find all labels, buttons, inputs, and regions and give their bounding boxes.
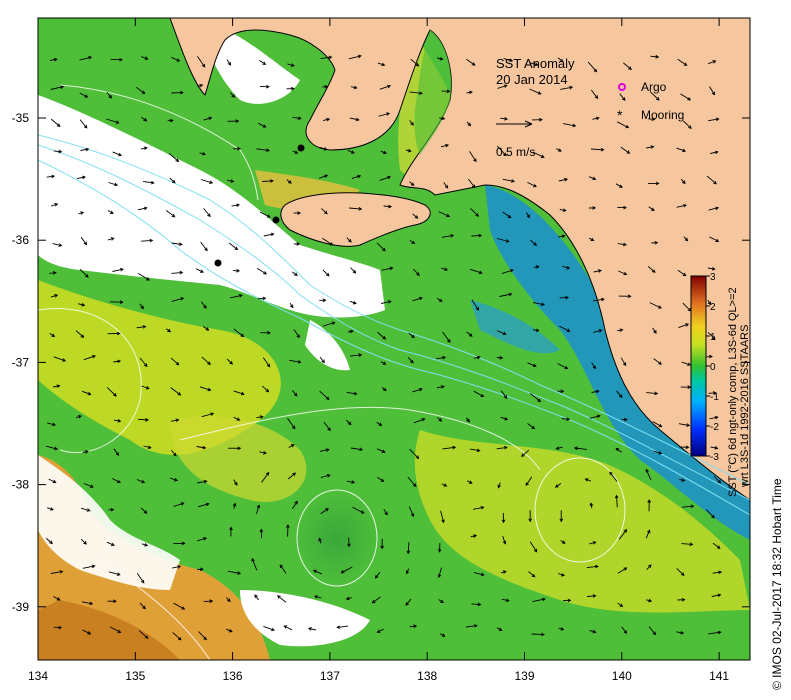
colorbar bbox=[690, 275, 707, 457]
y-tick-label: -37 bbox=[12, 355, 30, 369]
credit-text: © IMOS 02-Jul-2017 18:32 Hobart Time bbox=[770, 478, 784, 690]
colorbar-label: SST (°C) 6d ngt-only comp, L3S-6d QL>=2 bbox=[727, 287, 739, 497]
map-date: 20 Jan 2014 bbox=[496, 72, 568, 87]
y-tick-label: -35 bbox=[12, 111, 30, 125]
colorbar-tick-label: 0 bbox=[710, 362, 716, 373]
map-title: SST Anomaly bbox=[496, 56, 575, 71]
mooring-marker bbox=[297, 144, 305, 152]
x-tick-label: 136 bbox=[223, 669, 243, 683]
colorbar-tick-label: 3 bbox=[710, 272, 716, 283]
x-tick-label: 140 bbox=[612, 669, 632, 683]
eddy-core bbox=[292, 488, 382, 588]
x-tick-label: 137 bbox=[320, 669, 340, 683]
x-tick-label: 134 bbox=[28, 669, 48, 683]
colorbar-tick-label: -2 bbox=[710, 422, 719, 433]
mooring-marker bbox=[272, 216, 280, 224]
colorbar-tick-label: 1 bbox=[710, 332, 716, 343]
mooring-symbol-icon: * bbox=[617, 107, 623, 123]
scale-label: 0.5 m/s bbox=[496, 145, 535, 159]
x-tick-label: 139 bbox=[514, 669, 534, 683]
svg-text:Mooring: Mooring bbox=[641, 108, 684, 122]
mooring-marker bbox=[214, 259, 222, 267]
x-tick-label: 141 bbox=[709, 669, 729, 683]
colorbar-tick-label: 2 bbox=[710, 302, 716, 313]
sst-anomaly-map: 134 135 136 137 138 139 140 141 -35 -36 -37 -38 -39… bbox=[12, 17, 784, 690]
x-tick-label: 138 bbox=[417, 669, 437, 683]
y-tick-label: -36 bbox=[12, 233, 30, 247]
x-tick-label: 135 bbox=[125, 669, 145, 683]
current-vector bbox=[110, 58, 123, 61]
colorbar-tick-label: -3 bbox=[710, 452, 719, 463]
svg-text:Argo: Argo bbox=[641, 80, 667, 94]
current-vector bbox=[531, 633, 545, 636]
y-tick-label: -39 bbox=[12, 600, 30, 614]
y-tick-label: -38 bbox=[12, 478, 30, 492]
colorbar-sublabel: wrt L3S-1d 1992-2016 SSTAARS bbox=[739, 325, 751, 488]
colorbar-tick-label: -1 bbox=[710, 392, 719, 403]
